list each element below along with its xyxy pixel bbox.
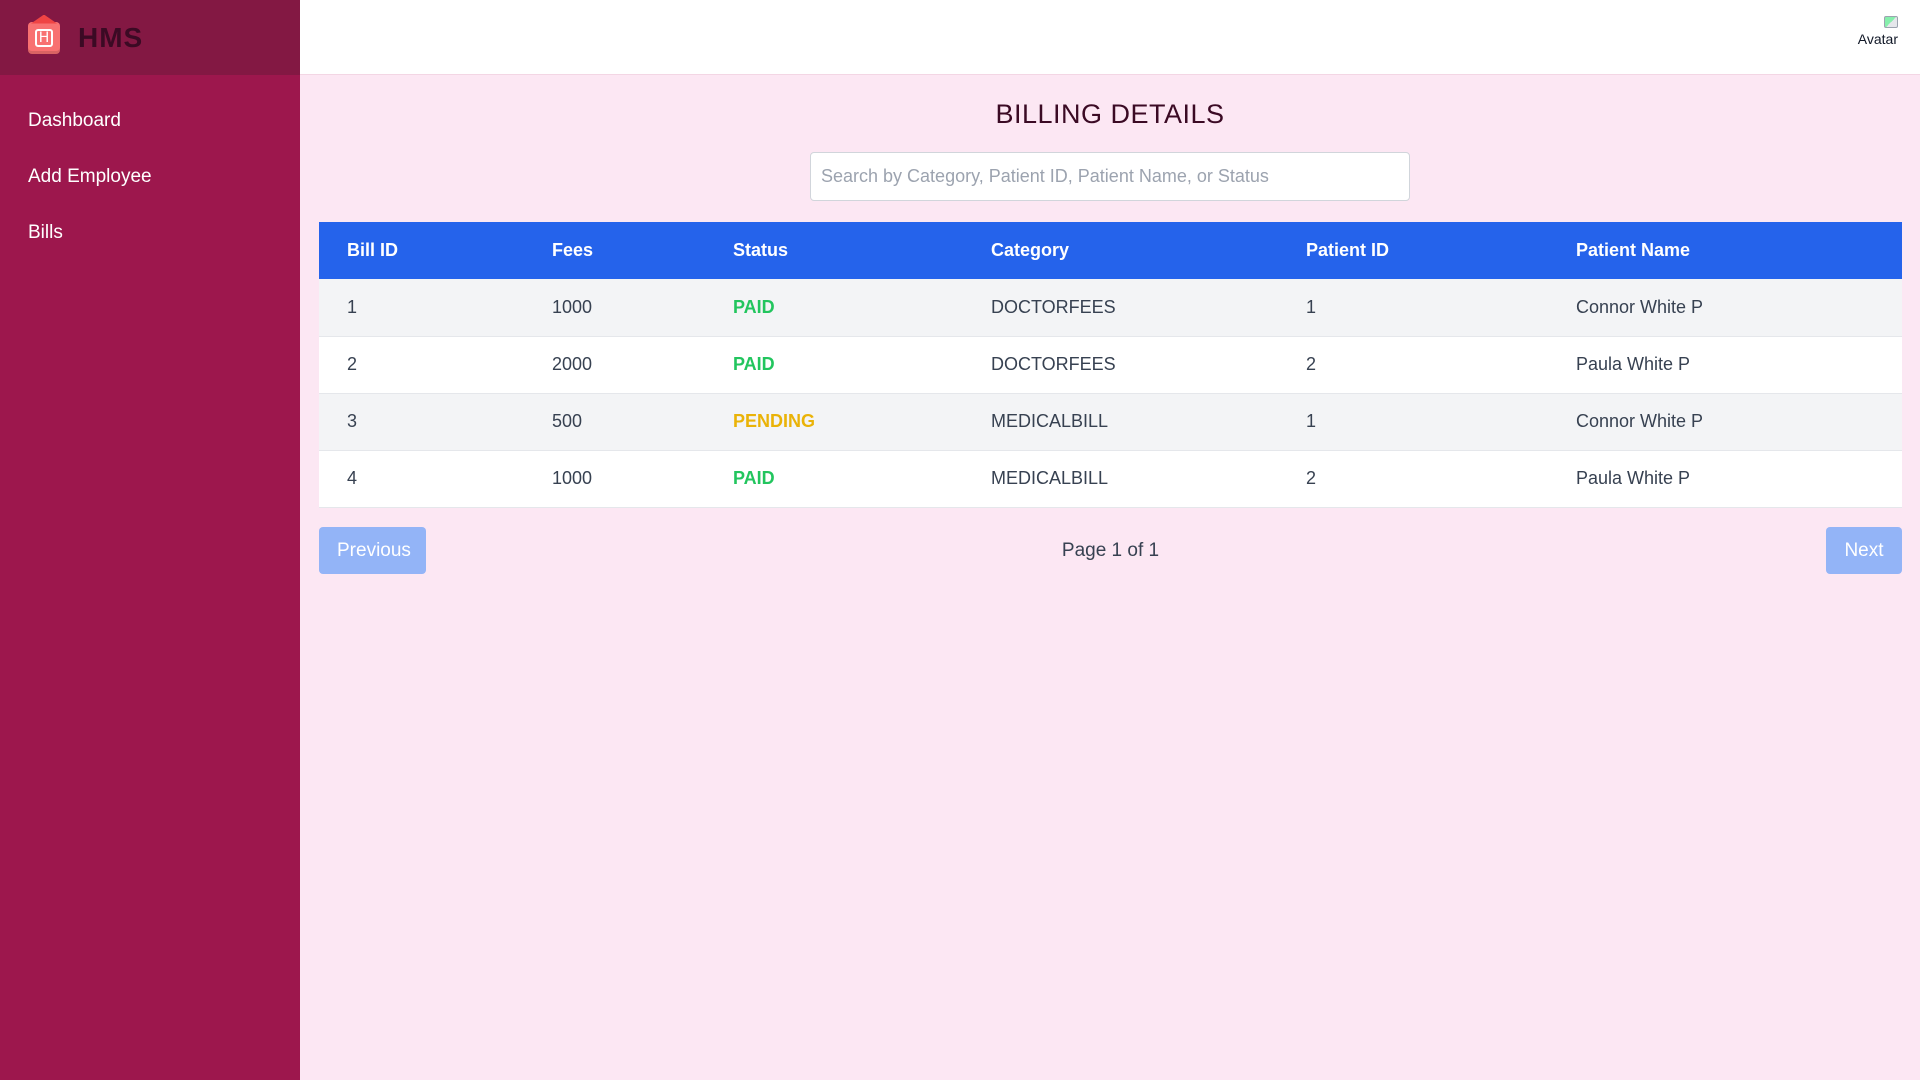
hospital-icon: H bbox=[28, 21, 60, 54]
broken-image-icon bbox=[1884, 16, 1898, 28]
topbar: Avatar bbox=[300, 0, 1920, 75]
column-header-status[interactable]: Status bbox=[705, 222, 963, 279]
status-badge: PAID bbox=[733, 296, 775, 317]
cell-fees: 2000 bbox=[552, 354, 593, 374]
billing-table: Bill ID Fees Status Category Patient ID … bbox=[319, 222, 1902, 508]
cell-category: MEDICALBILL bbox=[991, 411, 1109, 431]
cell-bill-id: 1 bbox=[347, 296, 358, 317]
cell-bill-id: 2 bbox=[347, 354, 358, 374]
avatar[interactable]: Avatar bbox=[1848, 16, 1898, 52]
brand[interactable]: H HMS bbox=[0, 0, 300, 75]
cell-patient-name: Paula White P bbox=[1576, 354, 1691, 374]
cell-category: DOCTORFEES bbox=[991, 296, 1116, 317]
cell-patient-id: 2 bbox=[1306, 354, 1317, 374]
hospital-icon-letter: H bbox=[35, 28, 53, 47]
column-header-bill-id[interactable]: Bill ID bbox=[319, 222, 524, 279]
cell-fees: 1000 bbox=[552, 468, 593, 488]
table-row[interactable]: 3 500 PENDING MEDICALBILL 1 Connor White… bbox=[319, 393, 1902, 450]
cell-patient-id: 1 bbox=[1306, 296, 1317, 317]
main-content: BILLING DETAILS Bill ID Fees Status Cate… bbox=[300, 75, 1920, 1080]
cell-category: MEDICALBILL bbox=[991, 468, 1109, 488]
cell-fees: 1000 bbox=[552, 296, 593, 317]
search-wrap bbox=[300, 152, 1920, 201]
column-header-category[interactable]: Category bbox=[963, 222, 1278, 279]
sidebar-item-dashboard[interactable]: Dashboard bbox=[0, 93, 300, 149]
column-header-patient-name[interactable]: Patient Name bbox=[1548, 222, 1902, 279]
cell-patient-name: Connor White P bbox=[1576, 296, 1704, 317]
avatar-alt-text: Avatar bbox=[1857, 31, 1898, 47]
cell-patient-name: Paula White P bbox=[1576, 468, 1691, 488]
cell-bill-id: 4 bbox=[347, 468, 358, 488]
cell-bill-id: 3 bbox=[347, 411, 358, 431]
table-row[interactable]: 1 1000 PAID DOCTORFEES 1 Connor White P bbox=[319, 279, 1902, 336]
search-input[interactable] bbox=[810, 152, 1410, 201]
sidebar-nav: Dashboard Add Employee Bills bbox=[0, 75, 300, 261]
page-title: BILLING DETAILS bbox=[995, 99, 1225, 129]
sidebar-item-bills[interactable]: Bills bbox=[0, 205, 300, 261]
cell-fees: 500 bbox=[552, 411, 583, 431]
cell-patient-id: 1 bbox=[1306, 411, 1317, 431]
sidebar: H HMS Dashboard Add Employee Bills bbox=[0, 0, 300, 1080]
brand-name: HMS bbox=[78, 21, 144, 53]
cell-patient-name: Connor White P bbox=[1576, 411, 1704, 431]
page-indicator: Page 1 of 1 bbox=[1061, 540, 1160, 561]
column-header-patient-id[interactable]: Patient ID bbox=[1278, 222, 1548, 279]
status-badge: PAID bbox=[733, 354, 775, 374]
cell-patient-id: 2 bbox=[1306, 468, 1317, 488]
pagination: Previous Page 1 of 1 Next bbox=[319, 527, 1902, 574]
cell-category: DOCTORFEES bbox=[991, 354, 1116, 374]
sidebar-item-add-employee[interactable]: Add Employee bbox=[0, 149, 300, 205]
status-badge: PAID bbox=[733, 468, 775, 488]
table-row[interactable]: 4 1000 PAID MEDICALBILL 2 Paula White P bbox=[319, 450, 1902, 507]
status-badge: PENDING bbox=[733, 411, 816, 431]
table-row[interactable]: 2 2000 PAID DOCTORFEES 2 Paula White P bbox=[319, 336, 1902, 393]
next-page-button[interactable]: Next bbox=[1826, 527, 1902, 574]
table-header-row: Bill ID Fees Status Category Patient ID … bbox=[319, 222, 1902, 279]
column-header-fees[interactable]: Fees bbox=[524, 222, 705, 279]
